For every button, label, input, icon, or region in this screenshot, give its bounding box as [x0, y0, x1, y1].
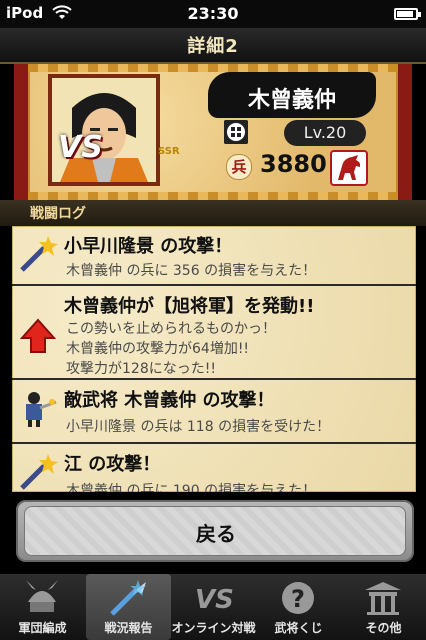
battery-icon [394, 8, 421, 20]
clan-crest-icon [224, 120, 248, 144]
page-title: 詳細2 [187, 36, 239, 57]
tab-bar: 軍団編成 戦況報告 VS オンライン対戦 ? 武将くじ その他 [0, 574, 426, 640]
battle-log-title: 戦闘ログ [30, 206, 86, 222]
title-bar: 詳細2 [0, 28, 426, 64]
troop-count: 3880 [260, 150, 327, 178]
log-entry-line: 攻撃力が128になった!! [66, 361, 216, 377]
tab-label: 戦況報告 [104, 621, 153, 635]
general-card: VS SSR 木曾義仲 Lv.20 兵 3880 [14, 64, 412, 200]
helmet-icon [26, 580, 58, 612]
log-entry-line: 木曾義仲 の兵に 356 の損害を与えた！ [66, 263, 317, 279]
level-badge: Lv.20 [284, 120, 366, 146]
log-entry-head: 小早川隆景 の攻撃！ [64, 236, 233, 257]
rarity-label: SSR [158, 146, 180, 157]
log-entry-line: 小早川隆景 の兵は 118 の損害を受けた！ [66, 419, 331, 435]
log-entry-line: 木曾義仲の攻撃力が64増加!! [66, 341, 250, 357]
log-entry-line: この勢いを止められるものかっ！ [66, 321, 276, 337]
battle-log-panel[interactable]: 小早川隆景 の攻撃！ 木曾義仲 の兵に 356 の損害を与えた！ 木曾義仲が【旭… [12, 226, 416, 492]
troop-symbol: 兵 [226, 154, 252, 180]
battle-log-header: 戦闘ログ [0, 200, 426, 226]
status-bar: iPod 23:30 [0, 0, 426, 28]
tab-label: その他 [365, 621, 402, 635]
cavalry-icon [330, 150, 368, 186]
vs-icon: VS [195, 585, 233, 615]
general-name: 木曾義仲 [247, 87, 336, 113]
red-up-arrow-icon [19, 318, 57, 353]
tab-label: オンライン対戦 [171, 621, 256, 635]
back-button-label: 戻る [196, 522, 236, 546]
clock: 23:30 [187, 4, 239, 23]
svg-text:VS: VS [195, 585, 233, 615]
log-entry: 江 の攻撃！ 木曾義仲 の兵に 190 の損害を与えた！ [12, 444, 416, 492]
log-entry-line: 木曾義仲 の兵に 190 の損害を与えた！ [66, 483, 317, 492]
tab-general-lottery[interactable]: ? 武将くじ [256, 574, 341, 640]
back-button[interactable]: 戻る [24, 506, 406, 556]
general-name-plate: 木曾義仲 [208, 72, 376, 118]
tab-label: 武将くじ [274, 621, 323, 635]
sword-spark-icon [20, 454, 58, 490]
tab-army[interactable]: 軍団編成 [0, 574, 85, 640]
tab-online-battle[interactable]: VS オンライン対戦 [171, 574, 256, 640]
tab-label: 軍団編成 [18, 621, 67, 635]
tab-other[interactable]: その他 [341, 574, 426, 640]
log-entry: 敵武将 木曾義仲 の攻撃！ 小早川隆景 の兵は 118 の損害を受けた！ [12, 380, 416, 444]
log-entry-head: 江 の攻撃！ [64, 454, 161, 475]
log-entry: 木曾義仲が【旭将軍】を発動!! この勢いを止められるものかっ！ 木曾義仲の攻撃力… [12, 286, 416, 380]
question-icon: ? [282, 582, 314, 614]
vs-badge: VS [58, 130, 103, 165]
log-entry-head: 敵武将 木曾義仲 の攻撃！ [64, 390, 275, 411]
shrine-icon [365, 582, 401, 615]
enemy-general-icon [26, 392, 57, 427]
spear-icon [110, 580, 146, 616]
log-entry: 小早川隆景 の攻撃！ 木曾義仲 の兵に 356 の損害を与えた！ [12, 226, 416, 286]
tab-battle-report[interactable]: 戦況報告 [86, 574, 171, 640]
log-entry-head: 木曾義仲が【旭将軍】を発動!! [64, 296, 315, 317]
sword-spark-icon [20, 236, 58, 272]
svg-text:?: ? [291, 585, 305, 613]
